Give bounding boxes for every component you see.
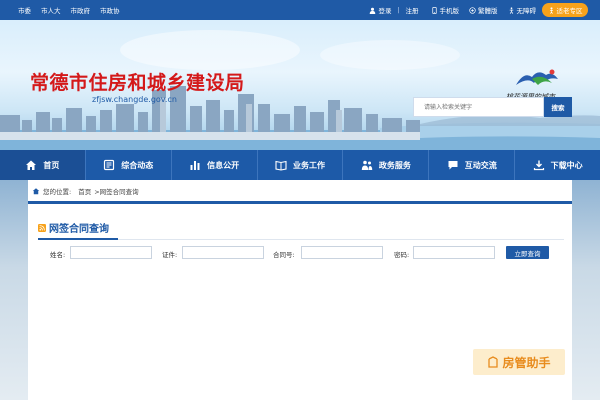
gov-link-government[interactable]: 市政府 [71,5,91,15]
gov-links: 市委 市人大 市政府 市政协 [18,0,120,20]
accessibility-icon [509,6,513,14]
search-button[interactable]: 搜索 [544,97,572,117]
breadcrumb-rule [28,202,572,204]
section-rule [118,239,564,240]
name-label: 姓名: [50,251,66,259]
chat-icon [448,161,458,170]
top-bar: 市委 市人大 市政府 市政协 登录 | 注册 手机版 繁體版 无障碍 适老专区 [0,0,600,20]
site-title: 常德市住房和城乡建设局 [30,72,245,94]
site-url: zfjsw.changde.gov.cn [92,95,177,104]
nav-item-gov-service[interactable]: 政务服务 [343,150,430,180]
watermark-text: 房管助手 [502,355,551,370]
id-input[interactable] [182,246,264,259]
elder-mode-button[interactable]: 适老专区 [542,3,588,17]
nav-item-label: 信息公开 [207,160,240,170]
search-input[interactable] [414,98,543,116]
breadcrumb-prefix: 您的位置: [43,187,72,196]
traditional-label: 繁體版 [478,7,498,15]
backdrop-right [572,180,600,400]
news-icon [104,159,115,171]
section-title: 网签合同查询 [49,224,109,235]
nav-item-label: 下载中心 [550,160,583,170]
nav-item-info-public[interactable]: 信息公开 [172,150,258,180]
id-label: 证件: [162,251,178,259]
nav-item-label: 首页 [43,160,60,170]
section-underline [38,238,118,240]
nav-item-label: 政务服务 [378,160,411,170]
download-icon [533,160,544,171]
section-heading: 网签合同查询 [38,220,109,235]
gov-link-party[interactable]: 市委 [18,5,31,15]
elder-icon [549,6,553,14]
city-logo-mark [516,69,558,85]
breadcrumb: 您的位置: 首页 >网签合同查询 [28,180,572,202]
mobile-label: 手机版 [439,7,460,15]
breadcrumb-current: >网签合同查询 [94,187,139,196]
accessible-label: 无障碍 [516,7,537,15]
nav-item-news[interactable]: 综合动态 [86,150,172,180]
gov-link-cppcc[interactable]: 市政协 [100,5,120,15]
search-box [413,97,544,117]
contract-no-label: 合同号: [273,251,295,259]
divider: | [397,6,400,14]
phone-icon [431,6,437,14]
nav-item-label: 综合动态 [121,160,154,170]
accessible-link[interactable]: 无障碍 [508,5,537,15]
gov-link-npc[interactable]: 市人大 [41,5,61,15]
house-icon [488,356,499,368]
nav-item-label: 互动交流 [464,160,497,170]
elder-mode-label: 适老专区 [556,7,583,15]
login-link[interactable]: 登录 [369,5,391,15]
password-input[interactable] [413,246,495,259]
book-icon [275,160,287,171]
watermark-badge: 房管助手 [473,349,565,375]
main-nav: 首页 综合动态 信息公开 业务工作 政务服务 互动交流 下载中心 [0,150,600,180]
home-icon [26,160,37,170]
home-icon [32,187,40,194]
name-input[interactable] [70,246,152,259]
nav-item-business[interactable]: 业务工作 [258,150,344,180]
login-label: 登录 [378,7,392,15]
register-link[interactable]: 注册 [406,5,419,15]
nav-item-home[interactable]: 首页 [0,150,86,180]
nav-item-interaction[interactable]: 互动交流 [429,150,516,180]
nav-item-download[interactable]: 下载中心 [515,150,600,180]
contract-no-input[interactable] [301,246,383,259]
password-label: 密码: [394,251,410,259]
traditional-link[interactable]: 繁體版 [469,5,498,15]
header-banner: 常德市住房和城乡建设局 zfjsw.changde.gov.cn 桃花源里的城市… [0,20,600,150]
query-button[interactable]: 立即查询 [506,246,549,259]
topbar-tools: 登录 | 注册 手机版 繁體版 无障碍 [369,0,536,20]
breadcrumb-home[interactable]: 首页 [78,186,91,196]
user-icon [370,7,376,14]
backdrop-left [0,180,28,400]
traditional-icon [469,6,476,14]
mobile-link[interactable]: 手机版 [431,5,460,15]
nav-item-label: 业务工作 [293,160,325,170]
people-icon [361,160,373,170]
rss-icon [38,223,46,232]
chart-icon [190,161,200,170]
register-label: 注册 [405,7,419,15]
